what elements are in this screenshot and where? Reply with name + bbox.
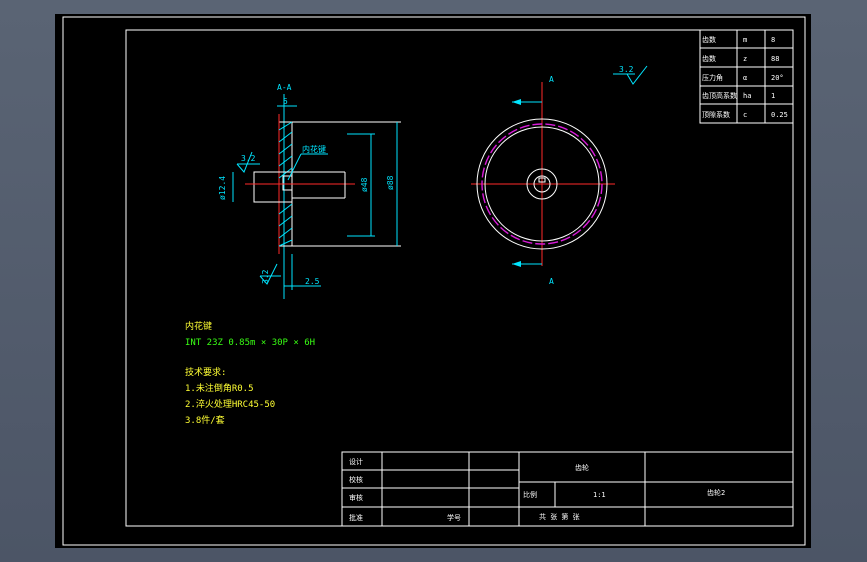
front-view: A A 3.2	[471, 65, 648, 286]
param-cell: 88	[771, 55, 779, 63]
param-cell: c	[743, 111, 747, 119]
param-cell: 齿数	[702, 54, 716, 63]
rough-1: 3.2	[241, 154, 256, 163]
tb-scale-value: 1:1	[593, 491, 606, 499]
tech-item-1: 1.未注倒角R0.5	[185, 382, 254, 394]
tech-title: 技术要求:	[185, 366, 226, 378]
dim-outer: ø88	[386, 175, 395, 190]
outer-border	[62, 16, 806, 546]
param-cell: α	[743, 74, 747, 82]
spline-title: 内花键	[185, 320, 212, 332]
dim-step: 2.5	[305, 277, 320, 286]
tb-label-design: 设计	[349, 457, 363, 466]
param-cell: 8	[771, 36, 775, 44]
tb-label-check: 校核	[349, 475, 363, 484]
rough-2: 3.2	[261, 269, 270, 284]
spline-spec: INT 23Z 0.85m × 30P × 6H	[185, 338, 315, 348]
dim-bore: ø12.4	[218, 176, 227, 200]
dim-hub-width: 5	[283, 97, 288, 106]
param-cell: 1	[771, 92, 775, 100]
param-cell: m	[743, 36, 747, 44]
param-cell: 20°	[771, 74, 784, 82]
param-cell: 顶隙系数	[702, 110, 730, 119]
tech-item-3: 3.8件/套	[185, 414, 225, 426]
param-cell: ha	[743, 92, 751, 100]
notes: 内花键 INT 23Z 0.85m × 30P × 6H 技术要求: 1.未注倒…	[185, 320, 315, 426]
param-cell: 0.25	[771, 111, 788, 119]
spline-callout: 内花键	[302, 144, 326, 154]
tb-unit-label: 学号	[447, 513, 461, 522]
tb-scale-label: 比例	[523, 490, 537, 499]
tb-part-name: 齿轮	[575, 463, 589, 472]
drawing-sheet: A-A 5 内花键 ø12.4 3.2 ø48 ø88 3.2 2.5 A A …	[55, 14, 811, 548]
side-rough: 3.2	[619, 65, 634, 74]
tb-sheet-info: 共 张 第 张	[539, 512, 580, 521]
title-block: 设计 校核 审核 批准 齿轮 比例 1:1 齿轮2 共 张 第 张 学号	[341, 451, 794, 527]
tb-label-approve: 批准	[349, 513, 363, 522]
param-cell: 齿顶高系数	[702, 91, 737, 100]
dim-mid: ø48	[360, 177, 369, 192]
param-cell: 压力角	[702, 73, 723, 82]
view-arrow-top: A	[549, 75, 554, 84]
cad-drawing: A-A 5 内花键 ø12.4 3.2 ø48 ø88 3.2 2.5 A A …	[62, 16, 806, 546]
param-table: 齿数 m 8 齿数 z 88 压力角 α 20° 齿顶高系数 ha 1 顶隙系数 c 0.25	[699, 29, 794, 124]
tech-item-2: 2.淬火处理HRC45-50	[185, 398, 275, 410]
tb-drawing-no: 齿轮2	[707, 488, 725, 497]
tb-label-review: 审核	[349, 493, 363, 502]
section-view: A-A 5 内花键 ø12.4 3.2 ø48 ø88 3.2 2.5	[218, 83, 401, 299]
view-arrow-bottom: A	[549, 277, 554, 286]
section-label: A-A	[277, 83, 292, 92]
param-cell: z	[743, 55, 747, 63]
param-cell: 齿数	[702, 35, 716, 44]
